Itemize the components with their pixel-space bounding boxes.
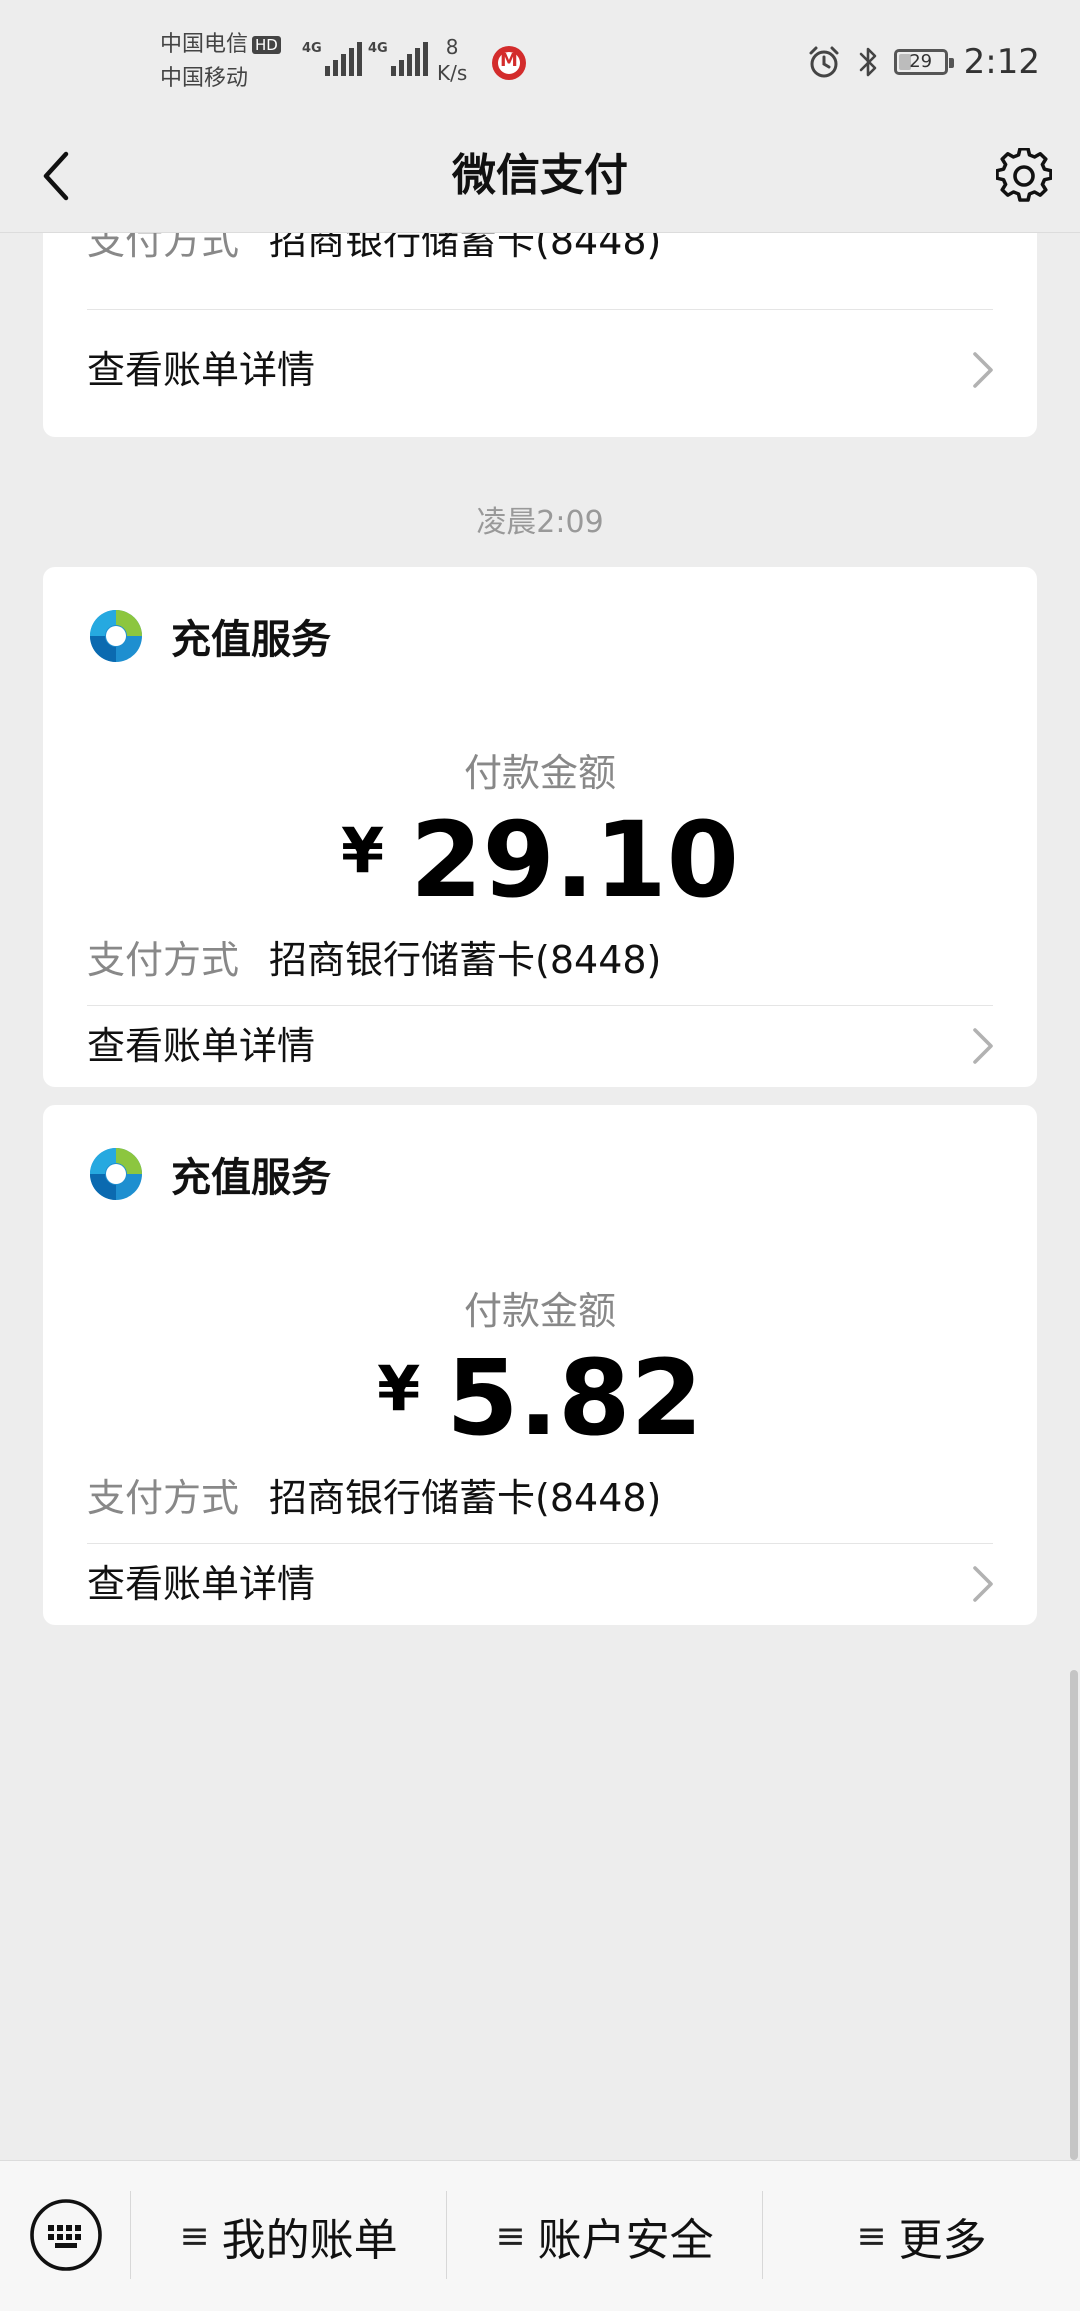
keyboard-toggle-button[interactable] [28,2197,104,2273]
bank-app-notification-icon [492,46,526,80]
view-bill-details-row[interactable]: 查看账单详情 [43,1006,1037,1087]
gear-icon [996,148,1052,202]
navigation-bar: 微信支付 [0,120,1080,233]
payment-method-row: 支付方式 招商银行储蓄卡(8448) [87,1467,661,1522]
menu-account-security[interactable]: ≡ 账户安全 [447,2161,762,2311]
payment-method-value: 招商银行储蓄卡(8448) [269,232,662,263]
currency-symbol: ¥ [377,1352,421,1425]
recharge-service-logo-icon [90,1148,142,1200]
net-speed-unit: K/s [437,61,468,85]
bluetooth-icon [856,44,880,80]
transaction-card: 充值服务 付款金额 ¥5.82 支付方式 招商银行储蓄卡(8448) 查看账单详情 [43,1105,1037,1625]
scrollbar[interactable] [1070,1670,1078,2160]
status-bar: 中国电信 HD 中国移动 4G 4G 8 K/s M 29 2:12 [0,0,1080,120]
message-list[interactable]: 支付方式 招商银行储蓄卡(8448) 查看账单详情 凌晨2:09 充值服务 付款金… [0,232,1080,2160]
payment-method-value: 招商银行储蓄卡(8448) [269,1476,662,1520]
battery-level-text: 29 [909,51,933,72]
menu-more[interactable]: ≡ 更多 [763,2161,1080,2311]
signal-2-label: 4G [368,41,388,56]
status-clock: 2:12 [963,42,1040,82]
amount-label: 付款金额 [463,1289,616,1333]
view-bill-details-row[interactable]: 查看账单详情 [43,1544,1037,1625]
merchant-header: 充值服务 [87,607,331,665]
carrier-2-name: 中国移动 [160,66,249,91]
carrier-1-name: 中国电信 [160,32,249,57]
network-speed: 8 K/s [437,34,467,86]
hd-badge: HD [252,36,281,54]
currency-symbol: ¥ [340,814,385,887]
payment-amount: ¥5.82 [43,1337,1037,1459]
amount-value: 5.82 [446,1337,703,1459]
menu-list-icon: ≡ [179,2215,210,2257]
payment-method-label: 支付方式 [87,232,240,263]
payment-method-row: 支付方式 招商银行储蓄卡(8448) [87,929,661,984]
alarm-icon [806,44,842,80]
view-bill-details-label: 查看账单详情 [87,1024,316,1068]
settings-button[interactable] [992,144,1056,208]
amount-value: 29.10 [410,799,740,921]
signal-1-icon: 4G [302,36,365,76]
payment-method-label: 支付方式 [87,938,240,982]
merchant-header: 充值服务 [87,1145,331,1203]
menu-my-bills[interactable]: ≡ 我的账单 [131,2161,446,2311]
chevron-right-icon [965,1566,1001,1602]
view-bill-details-label: 查看账单详情 [87,348,316,392]
bottom-menu-bar: ≡ 我的账单 ≡ 账户安全 ≡ 更多 [0,2160,1080,2311]
view-bill-details-label: 查看账单详情 [87,1562,316,1606]
status-right-icons: 29 2:12 [806,38,1040,86]
signal-2-icon: 4G [368,36,431,76]
payment-amount: ¥29.10 [43,799,1037,921]
menu-item-label: 更多 [898,2215,987,2266]
page-title: 微信支付 [452,150,628,201]
menu-list-icon: ≡ [495,2215,526,2257]
chevron-right-icon [965,1028,1001,1064]
battery-icon: 29 [893,49,954,75]
signal-1-label: 4G [302,41,322,56]
net-speed-value: 8 [445,35,459,59]
merchant-name: 充值服务 [171,1155,331,1201]
payment-method-value: 招商银行储蓄卡(8448) [269,938,662,982]
recharge-service-logo-icon [90,610,142,662]
time-separator: 凌晨2:09 [476,505,604,540]
transaction-card-partial: 支付方式 招商银行储蓄卡(8448) 查看账单详情 [43,232,1037,437]
carrier-info: 中国电信 HD 中国移动 [160,28,281,96]
keyboard-icon [30,2199,102,2271]
menu-item-label: 账户安全 [537,2215,714,2266]
menu-item-label: 我的账单 [221,2215,398,2266]
transaction-card: 充值服务 付款金额 ¥29.10 支付方式 招商银行储蓄卡(8448) 查看账单详… [43,567,1037,1087]
merchant-name: 充值服务 [171,617,331,663]
amount-label: 付款金额 [463,751,616,795]
menu-list-icon: ≡ [856,2215,887,2257]
chevron-right-icon [965,352,1001,388]
payment-method-row: 支付方式 招商银行储蓄卡(8448) [87,232,661,265]
payment-method-label: 支付方式 [87,1476,240,1520]
view-bill-details-row[interactable]: 查看账单详情 [43,310,1037,430]
